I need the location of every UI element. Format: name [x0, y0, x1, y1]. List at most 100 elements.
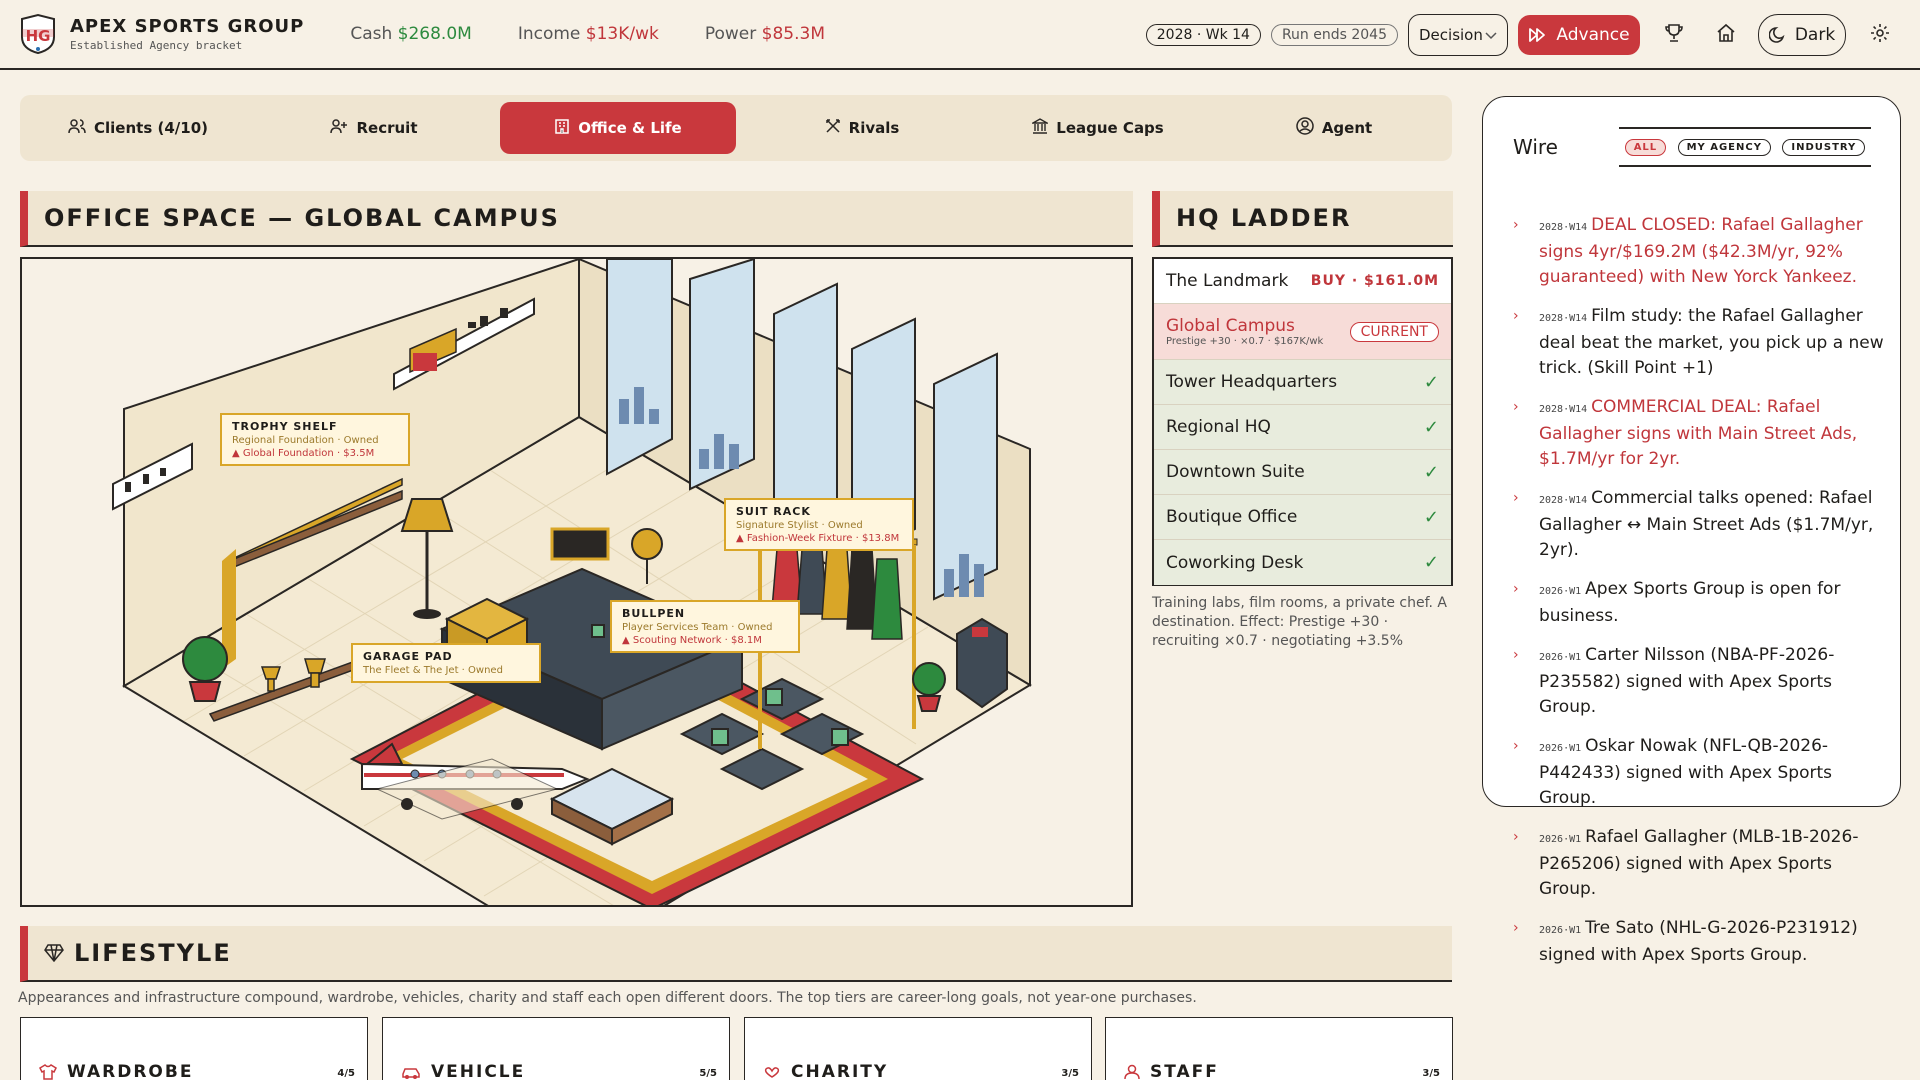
hq-row-landmark[interactable]: The Landmark BUY · $161.0M: [1154, 259, 1451, 304]
chevron-right-icon: ›: [1513, 490, 1519, 506]
chevron-right-icon: ›: [1513, 738, 1519, 754]
chevron-down-icon: [1485, 26, 1497, 44]
hq-row-tower[interactable]: Tower Headquarters ✓: [1154, 360, 1451, 405]
tab-label: Clients (4/10): [94, 119, 208, 137]
wire-filters: ALL MY AGENCY INDUSTRY: [1619, 127, 1871, 167]
filter-industry[interactable]: INDUSTRY: [1782, 138, 1866, 156]
week-pill: 2028 · Wk 14: [1145, 24, 1261, 46]
chevron-right-icon: ›: [1513, 399, 1519, 415]
swords-icon: [825, 118, 841, 138]
cash-value: $268.0M: [397, 24, 472, 44]
shirt-icon: [39, 1064, 57, 1080]
buy-button[interactable]: BUY · $161.0M: [1311, 273, 1439, 289]
diamond-icon: [44, 944, 64, 962]
building-icon: [554, 118, 570, 138]
cash-stat: Cash $268.0M: [350, 24, 471, 44]
tab-recruit[interactable]: Recruit: [256, 102, 492, 154]
hq-row-name: Boutique Office: [1166, 507, 1298, 527]
wire-item[interactable]: › 2026·W1 Oskar Nowak (NFL-QB-2026-P442433…: [1513, 734, 1885, 811]
label-title: TROPHY SHELF: [232, 420, 338, 433]
staff-card[interactable]: STAFF 3/5: [1105, 1017, 1453, 1080]
agency-logo: HG: [18, 13, 58, 55]
trophy-shelf-label[interactable]: TROPHY SHELF Regional Foundation · Owned…: [220, 413, 410, 466]
mode-select[interactable]: Decision: [1408, 14, 1508, 56]
tab-label: Office & Life: [578, 119, 682, 137]
hq-row-coworking[interactable]: Coworking Desk ✓: [1154, 540, 1451, 585]
tab-league-caps[interactable]: League Caps: [980, 102, 1216, 154]
tab-rivals[interactable]: Rivals: [744, 102, 980, 154]
wire-item[interactable]: › 2028·W14 Film study: the Rafael Gallaghe…: [1513, 304, 1885, 381]
hq-row-name: Coworking Desk: [1166, 552, 1304, 573]
wire-item[interactable]: › 2026·W1 Apex Sports Group is open for bu…: [1513, 577, 1885, 629]
wire-date: 2026·W1: [1539, 743, 1582, 754]
hq-row-global-campus[interactable]: Global Campus Prestige +30 · ×0.7 · $167…: [1154, 304, 1451, 360]
vehicle-card[interactable]: VEHICLE 5/5: [382, 1017, 730, 1080]
mode-select-value: Decision: [1419, 26, 1483, 44]
power-label: Power: [704, 24, 757, 44]
hq-description: Training labs, film rooms, a private che…: [1152, 595, 1447, 649]
card-title: VEHICLE: [431, 1062, 526, 1080]
wire-item[interactable]: › 2028·W14 COMMERCIAL DEAL: Rafael Gallagh…: [1513, 395, 1885, 472]
card-count: 3/5: [1422, 1068, 1440, 1079]
hq-section-header: HQ LADDER: [1152, 191, 1453, 247]
advance-button[interactable]: Advance: [1518, 15, 1640, 55]
tab-clients[interactable]: Clients (4/10): [20, 102, 256, 154]
wire-item[interactable]: › 2028·W14 DEAL CLOSED: Rafael Gallagher s…: [1513, 213, 1885, 290]
garage-pad-label[interactable]: GARAGE PAD The Fleet & The Jet · Owned: [351, 643, 541, 683]
cash-label: Cash: [350, 24, 393, 44]
wire-item[interactable]: › 2026·W1 Carter Nilsson (NBA-PF-2026-P235…: [1513, 643, 1885, 720]
home-button[interactable]: [1706, 15, 1746, 55]
tab-office-life[interactable]: Office & Life: [500, 102, 736, 154]
hq-row-name: Downtown Suite: [1166, 462, 1305, 482]
tab-agent[interactable]: Agent: [1216, 102, 1452, 154]
wire-date: 2028·W14: [1539, 495, 1588, 506]
hq-row-downtown[interactable]: Downtown Suite ✓: [1154, 450, 1451, 495]
current-badge: CURRENT: [1349, 321, 1439, 342]
hq-row-name: The Landmark: [1166, 271, 1289, 291]
check-icon: ✓: [1423, 552, 1439, 573]
filter-all[interactable]: ALL: [1624, 138, 1667, 156]
theme-toggle[interactable]: Dark: [1758, 14, 1846, 56]
suit-rack-label[interactable]: SUIT RACK Signature Stylist · Owned ▲ Fa…: [724, 498, 914, 551]
hq-row-effects: Prestige +30 · ×0.7 · $167K/wk: [1166, 336, 1324, 347]
wire-text: Carter Nilsson (NBA-PF-2026-P235582) sig…: [1539, 645, 1835, 717]
brand[interactable]: HG APEX SPORTS GROUP Established Agency …: [18, 13, 304, 55]
trophy-button[interactable]: [1654, 15, 1694, 55]
wire-date: 2026·W1: [1539, 652, 1582, 663]
wardrobe-card[interactable]: WARDROBE 4/5: [20, 1017, 368, 1080]
run-ends-pill: Run ends 2045: [1270, 24, 1398, 46]
label-status: Signature Stylist · Owned: [736, 520, 863, 531]
fast-forward-icon: [1528, 27, 1546, 43]
charity-card[interactable]: CHARITY 3/5: [744, 1017, 1092, 1080]
wire-item[interactable]: › 2026·W1 Tre Sato (NHL-G-2026-P231912) si…: [1513, 916, 1885, 968]
wire-text: Commercial talks opened: Rafael Gallaghe…: [1539, 488, 1874, 560]
lifestyle-section-header: LIFESTYLE: [20, 926, 1452, 982]
wire-date: 2028·W14: [1539, 404, 1588, 415]
card-title: CHARITY: [791, 1062, 889, 1080]
hq-row-boutique[interactable]: Boutique Office ✓: [1154, 495, 1451, 540]
hq-row-regional[interactable]: Regional HQ ✓: [1154, 405, 1451, 450]
wire-text: Rafael Gallagher (MLB-1B-2026-P265206) s…: [1539, 827, 1859, 899]
lifestyle-note: Appearances and infrastructure compound,…: [18, 990, 1197, 1006]
user-icon: [1124, 1064, 1140, 1080]
advance-label: Advance: [1556, 25, 1630, 45]
office-scene: TROPHY SHELF Regional Foundation · Owned…: [20, 257, 1133, 907]
settings-button[interactable]: [1860, 15, 1900, 55]
check-icon: ✓: [1423, 506, 1439, 528]
theme-label: Dark: [1794, 25, 1836, 45]
user-circle-icon: [1296, 117, 1314, 139]
top-bar: HG APEX SPORTS GROUP Established Agency …: [0, 0, 1920, 70]
moon-icon: [1768, 26, 1787, 44]
card-count: 4/5: [337, 1068, 355, 1079]
tab-label: Agent: [1321, 119, 1373, 137]
logo-lettering: HG: [26, 27, 51, 45]
income-label: Income: [517, 24, 581, 44]
wire-item[interactable]: › 2028·W14 Commercial talks opened: Rafael…: [1513, 486, 1885, 563]
label-status: Regional Foundation · Owned: [232, 435, 379, 446]
office-title: OFFICE SPACE — GLOBAL CAMPUS: [44, 204, 560, 232]
wire-item[interactable]: › 2026·W1 Rafael Gallagher (MLB-1B-2026-P2…: [1513, 825, 1885, 902]
label-upgrade: ▲ Scouting Network · $8.1M: [622, 635, 762, 646]
wire-date: 2026·W1: [1539, 586, 1582, 597]
filter-my-agency[interactable]: MY AGENCY: [1677, 138, 1771, 156]
bullpen-label[interactable]: BULLPEN Player Services Team · Owned ▲ S…: [610, 600, 800, 653]
